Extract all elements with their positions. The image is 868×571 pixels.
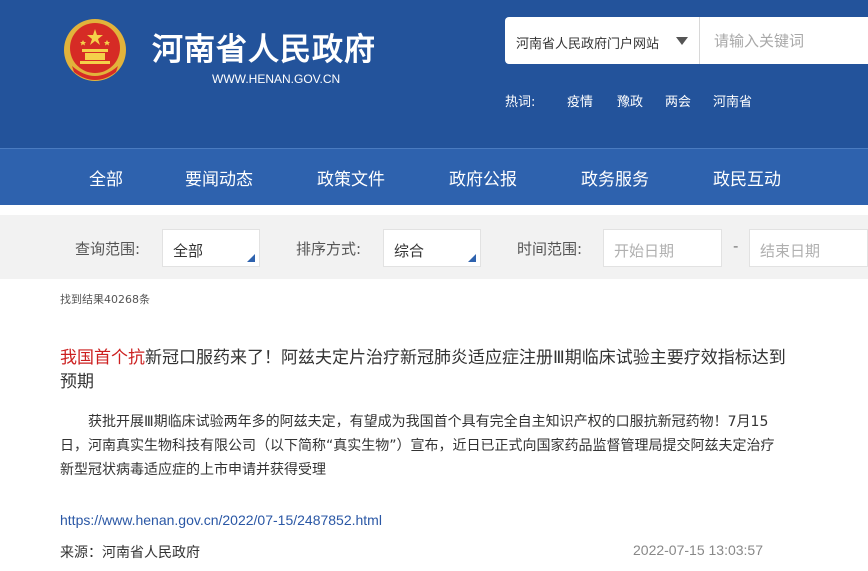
range-label: 查询范围: xyxy=(75,240,141,258)
national-emblem-icon[interactable] xyxy=(60,16,130,86)
sort-label: 排序方式: xyxy=(296,240,362,258)
result-summary: 获批开展Ⅲ期临床试验两年多的阿兹夫定，有望成为我国首个具有完全自主知识产权的口服… xyxy=(60,414,775,478)
result-source: 来源：河南省人民政府 xyxy=(60,545,200,561)
end-date-field[interactable]: 结束日期 xyxy=(749,229,868,267)
search-scope-label: 河南省人民政府门户网站 xyxy=(516,37,660,52)
end-date-placeholder: 结束日期 xyxy=(760,242,821,260)
nav-item-gazette[interactable]: 政府公报 xyxy=(449,165,517,190)
hot-word-item[interactable]: 豫政 xyxy=(617,91,643,110)
site-title[interactable]: 河南省人民政府 xyxy=(152,24,376,69)
hot-word-item[interactable]: 河南省 xyxy=(713,91,752,110)
time-label: 时间范围: xyxy=(517,240,583,258)
start-date-field[interactable]: 开始日期 xyxy=(603,229,722,267)
hot-word-item[interactable]: 两会 xyxy=(665,91,691,110)
nav-item-policy[interactable]: 政策文件 xyxy=(317,165,385,190)
title-highlight[interactable]: 我国首个抗 xyxy=(60,348,145,368)
dropdown-corner-icon xyxy=(247,254,255,262)
nav-item-all[interactable]: 全部 xyxy=(89,165,123,190)
nav-item-news[interactable]: 要闻动态 xyxy=(185,165,253,190)
range-value: 全部 xyxy=(173,242,204,260)
chevron-down-icon xyxy=(676,37,688,45)
result-title[interactable]: 我国首个抗新冠口服药来了！阿兹夫定片治疗新冠肺炎适应症注册Ⅲ期临床试验主要疗效指… xyxy=(60,346,795,394)
nav-item-services[interactable]: 政务服务 xyxy=(581,165,649,190)
site-url: WWW.HENAN.GOV.CN xyxy=(212,72,341,86)
search-input[interactable] xyxy=(714,29,864,53)
hot-word-item[interactable]: 疫情 xyxy=(567,91,593,110)
result-count: 找到结果40268条 xyxy=(60,293,150,306)
dropdown-corner-icon xyxy=(468,254,476,262)
result-url[interactable]: https://www.henan.gov.cn/2022/07-15/2487… xyxy=(60,512,382,528)
main-nav: 全部 要闻动态 政策文件 政府公报 政务服务 政民互动 xyxy=(0,148,868,205)
range-select[interactable]: 全部 xyxy=(162,229,260,267)
hot-words-label: 热词: xyxy=(505,95,536,110)
title-text[interactable]: 新冠口服药来了！阿兹夫定片治疗新冠肺炎适应症注册Ⅲ期临床试验主要疗效指标达到预期 xyxy=(60,348,786,392)
sort-select[interactable]: 综合 xyxy=(383,229,481,267)
search-scope-select[interactable]: 河南省人民政府门户网站 xyxy=(505,17,700,64)
start-date-placeholder: 开始日期 xyxy=(614,242,675,260)
date-range-separator: - xyxy=(733,237,739,255)
result-date: 2022-07-15 13:03:57 xyxy=(633,542,763,558)
sort-value: 综合 xyxy=(394,242,425,260)
search-box: 河南省人民政府门户网站 xyxy=(505,17,868,64)
nav-item-interaction[interactable]: 政民互动 xyxy=(713,165,781,190)
site-header: 河南省人民政府 WWW.HENAN.GOV.CN 河南省人民政府门户网站 热词:… xyxy=(0,0,868,148)
